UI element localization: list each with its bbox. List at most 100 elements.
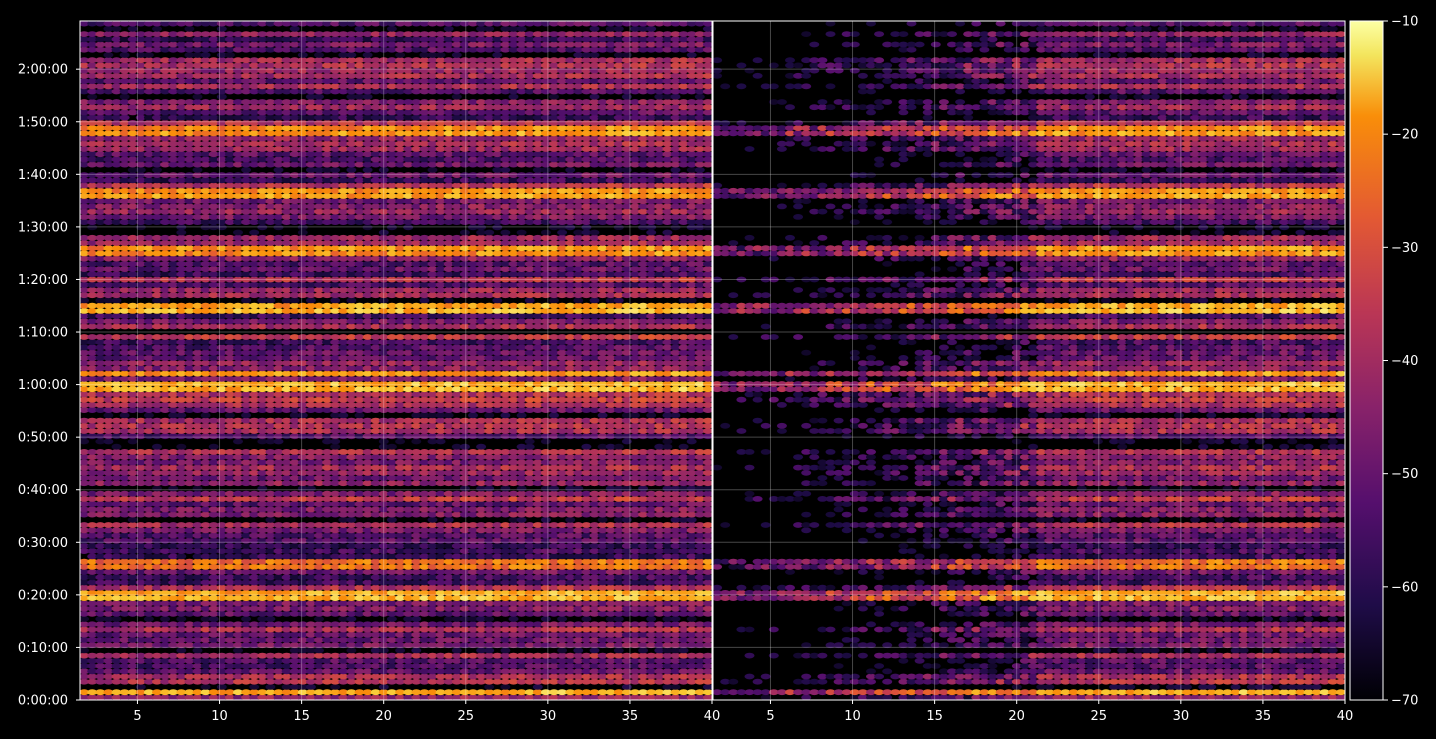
left-cell-1793 — [702, 569, 712, 575]
left-cell-3829 — [224, 412, 235, 419]
left-cell-660 — [573, 647, 584, 654]
left-cell-3843 — [500, 412, 511, 419]
spectrogram-figure: 0:00:000:10:000:20:000:30:000:40:000:50:… — [0, 0, 1436, 739]
left-cell-3495 — [233, 438, 243, 445]
left-cell-251 — [702, 678, 712, 685]
left-cell-3825 — [143, 412, 154, 419]
left-cell-3929 — [702, 407, 712, 413]
left-cell-3481 — [476, 443, 487, 450]
left-cell-1075 — [411, 616, 422, 622]
left-cell-3500 — [330, 438, 341, 445]
left-cell-1062 — [143, 616, 154, 622]
left-cell-661 — [589, 647, 600, 654]
left-cell-1084 — [557, 616, 568, 622]
left-cell-4163 — [702, 391, 712, 398]
left-cell-3474 — [176, 443, 187, 450]
left-cell-1057 — [702, 621, 712, 628]
left-cell-155 — [702, 689, 712, 696]
left-cell-650 — [346, 647, 357, 654]
left-cell-2495 — [265, 516, 276, 523]
left-cell-485 — [702, 663, 712, 669]
left-cell-4475 — [702, 370, 712, 377]
left-cell-2900 — [702, 490, 712, 497]
left-cell-3849 — [646, 412, 657, 419]
left-cell-3483 — [524, 443, 535, 450]
left-cell-649 — [314, 647, 324, 654]
left-cell-3003 — [702, 480, 712, 487]
left-cell-157 — [200, 684, 211, 690]
left-cell-1069 — [265, 616, 276, 622]
left-cell-3834 — [338, 412, 349, 419]
left-cell-3491 — [80, 438, 90, 445]
left-cell-172 — [670, 684, 681, 690]
left-cell-1066 — [208, 616, 219, 622]
left-cell-173 — [702, 684, 712, 690]
left-cell-3493 — [103, 438, 114, 445]
left-cell-823 — [702, 637, 712, 643]
left-cell-655 — [451, 647, 462, 654]
left-cell-3822 — [702, 417, 712, 424]
left-cell-4553 — [702, 365, 712, 372]
left-cell-663 — [638, 647, 649, 654]
left-cell-3840 — [443, 412, 454, 419]
left-cell-3502 — [395, 438, 406, 445]
left-cell-2498 — [386, 516, 397, 523]
left-cell-1064 — [176, 616, 187, 622]
left-cell-642 — [80, 647, 90, 654]
left-cell-158 — [216, 684, 227, 690]
left-cell-979 — [702, 626, 712, 633]
left-cell-2415 — [702, 527, 712, 534]
left-cell-1063 — [160, 616, 171, 622]
left-panel: 0:00:000:10:000:20:000:30:000:40:000:50:… — [18, 20, 720, 724]
left-cell-654 — [411, 647, 422, 654]
left-cell-653 — [395, 647, 406, 654]
left-cell-1091 — [686, 616, 697, 622]
left-cell-2494 — [127, 516, 138, 523]
left-cell-1061 — [111, 616, 122, 622]
left-cell-3507 — [540, 438, 551, 445]
left-cell-3842 — [484, 412, 495, 419]
left-cell-3480 — [459, 443, 470, 450]
left-cell-3081 — [702, 475, 712, 481]
left-cell-1949 — [702, 558, 712, 565]
left-cell-2500 — [443, 516, 454, 523]
left-cell-1083 — [540, 616, 551, 622]
left-cell-77 — [702, 694, 712, 700]
left-cell-3823 — [103, 412, 114, 419]
left-cell-3827 — [176, 412, 187, 419]
left-cell-662 — [613, 647, 624, 654]
left-cell-3476 — [330, 443, 341, 450]
left-cell-2925 — [702, 485, 712, 492]
left-cell-3237 — [702, 464, 712, 471]
left-cell-3509 — [662, 438, 673, 445]
left-cell-3475 — [208, 443, 219, 450]
left-cell-3498 — [273, 438, 284, 445]
left-cell-3845 — [549, 412, 559, 419]
left-cell-3393 — [702, 454, 712, 460]
left-cell-2499 — [427, 516, 438, 523]
left-cell-3830 — [241, 412, 252, 419]
left-cell-4943 — [702, 339, 712, 346]
left-cell-3744 — [702, 422, 712, 429]
left-cell-3510 — [686, 438, 697, 445]
left-cell-1073 — [386, 616, 397, 622]
left-cell-1070 — [314, 616, 324, 622]
left-cell-4241 — [702, 386, 712, 393]
left-cell-165 — [330, 684, 341, 690]
left-cell-3484 — [581, 443, 592, 450]
left-cell-2910 — [500, 485, 511, 492]
left-cell-1058 — [80, 616, 90, 622]
left-cell-2901 — [152, 485, 162, 492]
left-cell-657 — [484, 647, 495, 654]
left-cell-1081 — [484, 616, 495, 622]
left-cell-1559 — [702, 584, 712, 591]
left-cell-3848 — [630, 412, 640, 419]
left-cell-3841 — [468, 412, 478, 419]
left-cell-1637 — [702, 579, 712, 586]
left-cell-2919 — [638, 485, 649, 492]
left-cell-3159 — [702, 469, 712, 476]
left-cell-3490 — [678, 443, 689, 450]
left-cell-4865 — [702, 344, 712, 351]
left-cell-2903 — [192, 485, 203, 492]
left-cell-159 — [249, 684, 260, 690]
